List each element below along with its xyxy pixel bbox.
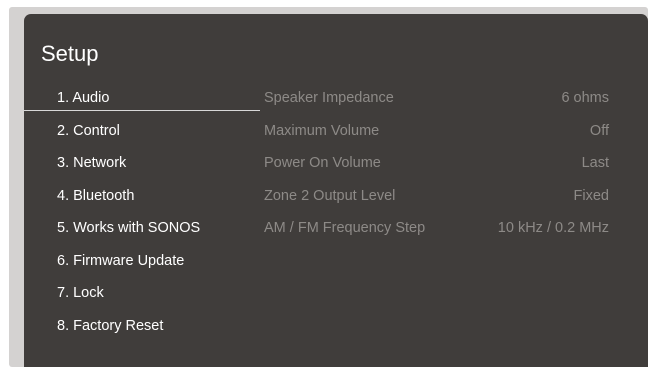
setting-label: Maximum Volume [264,122,380,139]
setting-zone2-output-level[interactable]: Zone 2 Output Level Fixed [264,182,609,215]
menu-item-label: 6. Firmware Update [57,252,185,269]
menu-item-label: 3. Network [57,155,127,171]
setup-menu: 1. Audio 2. Control 3. Network 4. Blueto… [24,84,260,344]
menu-item-lock[interactable]: 7. Lock [24,279,260,312]
audio-settings-list: Speaker Impedance 6 ohms Maximum Volume … [264,84,609,247]
menu-item-firmware-update[interactable]: 6. Firmware Update [24,247,260,280]
setting-label: AM / FM Frequency Step [264,220,426,236]
setting-value: Off [589,122,609,139]
page-title: Setup [41,41,99,66]
setting-power-on-volume[interactable]: Power On Volume Last [264,149,609,182]
setting-label: Zone 2 Output Level [264,187,396,204]
menu-item-audio[interactable]: 1. Audio [24,84,260,117]
setting-maximum-volume[interactable]: Maximum Volume Off [264,117,609,150]
menu-item-factory-reset[interactable]: 8. Factory Reset [24,312,260,345]
setting-value: 10 kHz / 0.2 MHz [497,220,609,236]
menu-item-control[interactable]: 2. Control [24,117,260,150]
menu-item-label: 5. Works with SONOS [57,220,201,236]
setting-value: 6 ohms [561,90,609,106]
menu-item-label: 2. Control [57,122,120,139]
setup-screen: Setup 1. Audio 2. Control 3. Network 4. … [24,14,648,367]
menu-item-label: 8. Factory Reset [57,317,164,334]
setting-label: Power On Volume [264,155,381,171]
menu-item-network[interactable]: 3. Network [24,149,260,182]
setting-speaker-impedance[interactable]: Speaker Impedance 6 ohms [264,84,609,117]
menu-item-bluetooth[interactable]: 4. Bluetooth [24,182,260,215]
menu-item-label: 1. Audio [57,90,110,106]
menu-item-label: 4. Bluetooth [57,187,135,204]
menu-item-label: 7. Lock [57,285,104,301]
setting-label: Speaker Impedance [264,90,394,106]
setting-value: Fixed [573,187,609,204]
menu-item-works-with-sonos[interactable]: 5. Works with SONOS [24,214,260,247]
setting-am-fm-frequency-step[interactable]: AM / FM Frequency Step 10 kHz / 0.2 MHz [264,214,609,247]
setting-value: Last [581,155,609,171]
